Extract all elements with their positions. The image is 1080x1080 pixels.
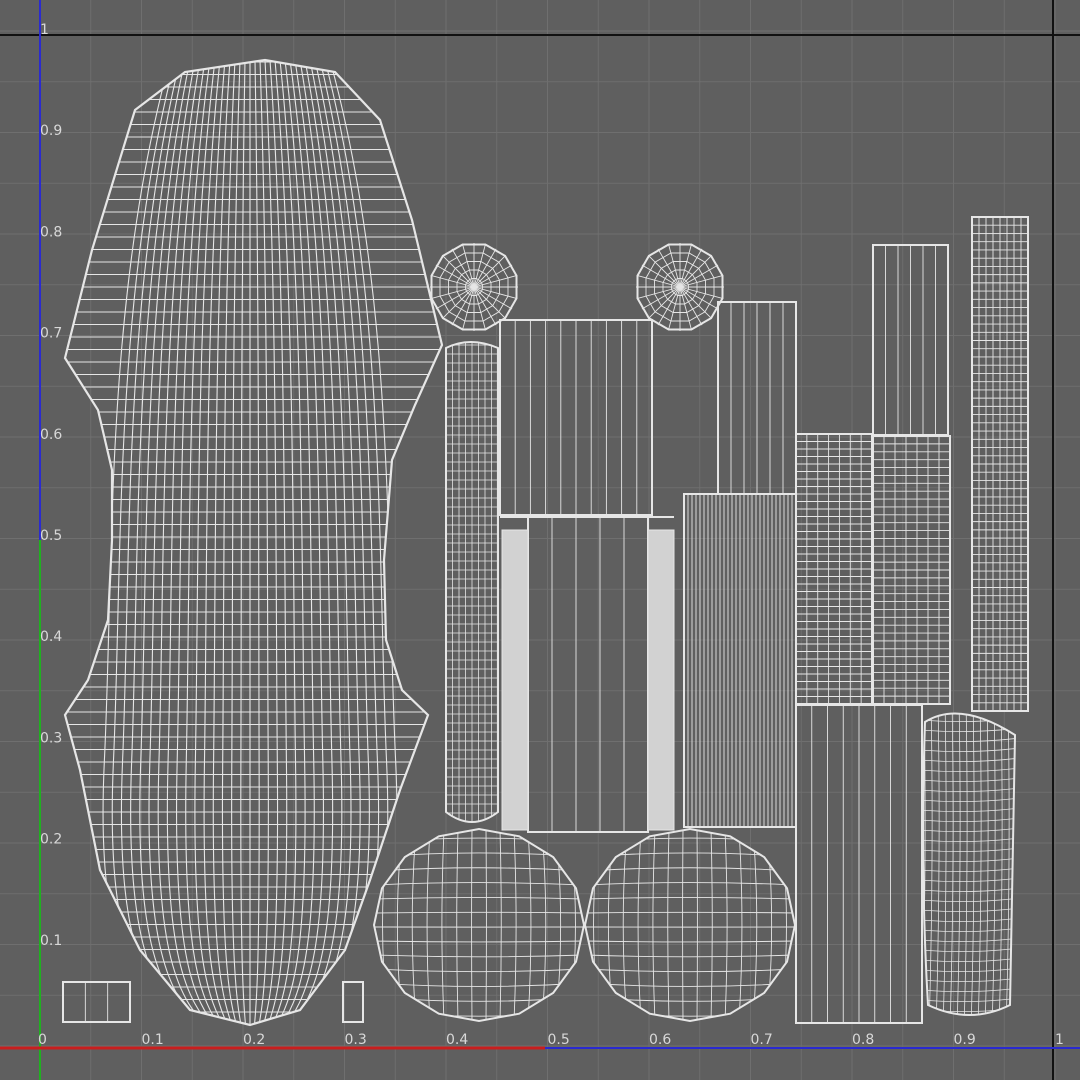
u-tick-label: 0.6: [649, 1032, 671, 1048]
uv-canvas[interactable]: 0 0.1 0.2 0.3 0.4 0.5 0.6 0.7 0.8 0.9 1 0.1 0.2 0.3 0…: [0, 0, 1080, 1080]
filled-strip-right[interactable]: [647, 529, 675, 831]
u-tick-label: 0.2: [243, 1032, 265, 1048]
u-tick-label: 0.3: [345, 1032, 367, 1048]
u-tick-label: 0.1: [142, 1032, 164, 1048]
origin-label: 0: [38, 1032, 47, 1048]
v-tick-label: 0.3: [40, 730, 62, 746]
v-tick-label: 0.9: [40, 123, 62, 139]
u-tick-label: 1: [1055, 1032, 1064, 1048]
uv-editor-viewport[interactable]: 0 0.1 0.2 0.3 0.4 0.5 0.6 0.7 0.8 0.9 1 0.1 0.2 0.3 0…: [0, 0, 1080, 1080]
v-tick-label: 0.1: [40, 933, 62, 949]
v-tick-label: 0.7: [40, 326, 62, 342]
v-tick-label: 1: [40, 22, 49, 38]
v-tick-label: 0.5: [40, 528, 62, 544]
u-tick-label: 0.9: [954, 1032, 976, 1048]
v-tick-label: 0.4: [40, 629, 62, 645]
top-circle-b[interactable]: [636, 243, 724, 331]
u-tick-label: 0.7: [751, 1032, 773, 1048]
u-tick-label: 0.8: [852, 1032, 874, 1048]
u-tick-label: 0.4: [446, 1032, 468, 1048]
v-tick-label: 0.8: [40, 224, 62, 240]
u-tick-label: 0.5: [548, 1032, 570, 1048]
top-circle-a[interactable]: [430, 243, 518, 331]
panel-tall-right[interactable]: [971, 216, 1029, 712]
v-tick-label: 0.2: [40, 832, 62, 848]
filled-strip-left[interactable]: [501, 529, 529, 831]
v-tick-label: 0.6: [40, 427, 62, 443]
